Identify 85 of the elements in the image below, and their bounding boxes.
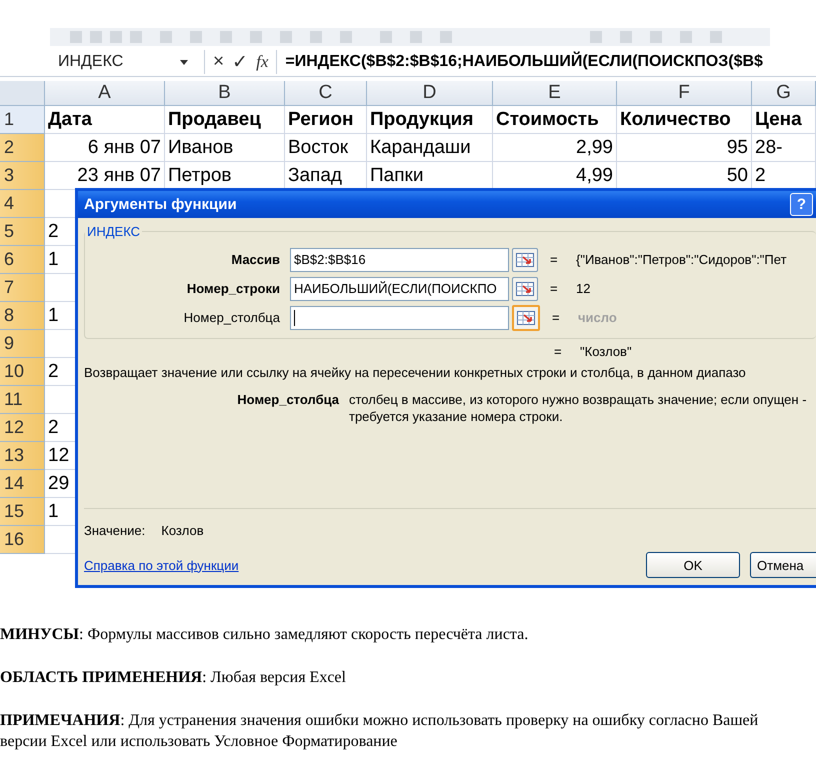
- cell-text: 2: [48, 220, 59, 244]
- cell-text: 1: [48, 304, 59, 328]
- argument-label: Массив: [230, 252, 281, 267]
- input-field[interactable]: $B$2:$B$16: [290, 248, 509, 272]
- row-header[interactable]: 3: [0, 162, 45, 190]
- function-description: Возвращает значение или ссылку на ячейку на пересечении конкретных строки и столбца, в данном диапазо: [84, 364, 747, 382]
- column-header[interactable]: D: [367, 81, 493, 106]
- row-header[interactable]: 1: [0, 106, 45, 134]
- row-header[interactable]: 5: [0, 218, 45, 246]
- name-box[interactable]: ИНДЕКС: [0, 53, 178, 71]
- range-select-button[interactable]: [512, 276, 538, 300]
- table-cell: Регион: [285, 106, 367, 134]
- column-header[interactable]: A: [45, 81, 165, 106]
- range-select-button[interactable]: [512, 248, 538, 272]
- table-cell: Восток: [285, 134, 367, 162]
- row-header[interactable]: 7: [0, 274, 45, 302]
- input-field[interactable]: НАИБОЛЬШИЙ(ЕСЛИ(ПОИСКПО: [290, 276, 509, 300]
- argument-name: Номер_столбца: [236, 391, 340, 409]
- cancel-button[interactable]: ×: [213, 51, 224, 73]
- table-cell: 6 янв 07: [45, 134, 165, 162]
- row-header[interactable]: 4: [0, 190, 45, 218]
- help-button[interactable]: ?: [790, 193, 813, 216]
- value-text: Козлов: [161, 523, 204, 538]
- table-arrow-icon: [516, 282, 534, 296]
- note-paragraph: ОБЛАСТЬ ПРИМЕНЕНИЯ: Любая версия Excel: [0, 668, 347, 688]
- ok-button[interactable]: OK: [646, 552, 740, 578]
- row-header[interactable]: 11: [0, 386, 45, 414]
- equals-sign: =: [550, 252, 559, 267]
- cell-text: 12: [48, 444, 70, 468]
- table-cell: Продукция: [367, 106, 493, 134]
- column-header[interactable]: C: [285, 81, 367, 106]
- table-cell: Стоимость: [493, 106, 617, 134]
- argument-label: Номер_столбца: [182, 310, 281, 325]
- row-header[interactable]: 9: [0, 330, 45, 358]
- dialog-title: Аргументы функции: [84, 196, 237, 213]
- cell-text: 1: [48, 500, 59, 524]
- cell-text: 1: [48, 248, 59, 272]
- equals-sign: =: [550, 281, 559, 296]
- table-cell: 95: [617, 134, 752, 162]
- cell-text: 2: [48, 416, 59, 440]
- equals-sign: =: [552, 310, 561, 325]
- input-field[interactable]: [290, 306, 509, 330]
- cell-text: 2: [48, 360, 59, 384]
- equals-sign: =: [554, 344, 563, 358]
- formula-field[interactable]: =ИНДЕКС($B$2:$B$16;НАИБОЛЬШИЙ(ЕСЛИ(ПОИСКПОЗ($B$: [285, 53, 763, 71]
- function-name: ИНДЕКС: [86, 224, 142, 239]
- row-header[interactable]: 16: [0, 526, 45, 554]
- value-label: Значение:: [84, 523, 146, 538]
- table-cell: Иванов: [165, 134, 285, 162]
- table-cell: Дата: [45, 106, 165, 134]
- column-header[interactable]: B: [165, 81, 285, 106]
- argument-label: Номер_строки: [186, 281, 281, 296]
- row-header[interactable]: 12: [0, 414, 45, 442]
- table-cell: Карандаши: [367, 134, 493, 162]
- argument-description: столбец в массиве, из которого нужно возвращать значение; если опущен - требуется указание номера строки.: [349, 391, 808, 425]
- note-paragraph: ПРИМЕЧАНИЯ: Для устранения значения ошибки можно использовать проверку на ошибку согласно Вашей версии Excel или использовать Условное Форматирование: [0, 711, 760, 752]
- column-header[interactable]: E: [493, 81, 617, 106]
- column-header[interactable]: G: [752, 81, 816, 106]
- row-header[interactable]: 6: [0, 246, 45, 274]
- range-select-button[interactable]: [512, 304, 540, 330]
- insert-function-button[interactable]: fx: [256, 52, 268, 72]
- enter-button[interactable]: ✓: [232, 50, 248, 74]
- argument-result: число: [578, 310, 617, 325]
- row-header[interactable]: 2: [0, 134, 45, 162]
- argument-result: 12: [576, 281, 590, 296]
- table-cell: Количество: [617, 106, 752, 134]
- table-cell: 28-: [752, 134, 816, 162]
- row-header[interactable]: 8: [0, 302, 45, 330]
- table-arrow-icon: [517, 310, 535, 324]
- column-header[interactable]: F: [617, 81, 752, 106]
- cell-text: 29: [48, 472, 70, 496]
- row-header[interactable]: 13: [0, 442, 45, 470]
- note-paragraph: МИНУСЫ: Формулы массивов сильно замедляют скорость пересчёта листа.: [0, 625, 530, 645]
- cancel-button[interactable]: Отмена: [750, 552, 816, 578]
- help-link[interactable]: Справка по этой функции: [84, 558, 239, 572]
- caret-icon[interactable]: [180, 60, 188, 64]
- table-arrow-icon: [516, 252, 534, 266]
- row-header[interactable]: 10: [0, 358, 45, 386]
- table-cell: Цена: [752, 106, 816, 134]
- formula-result: "Козлов": [580, 344, 632, 358]
- table-cell: 2,99: [493, 134, 617, 162]
- table-cell: Продавец: [165, 106, 285, 134]
- row-header[interactable]: 15: [0, 498, 45, 526]
- row-header[interactable]: 14: [0, 470, 45, 498]
- argument-result: {"Иванов":"Петров":"Сидоров":"Пет: [576, 252, 787, 267]
